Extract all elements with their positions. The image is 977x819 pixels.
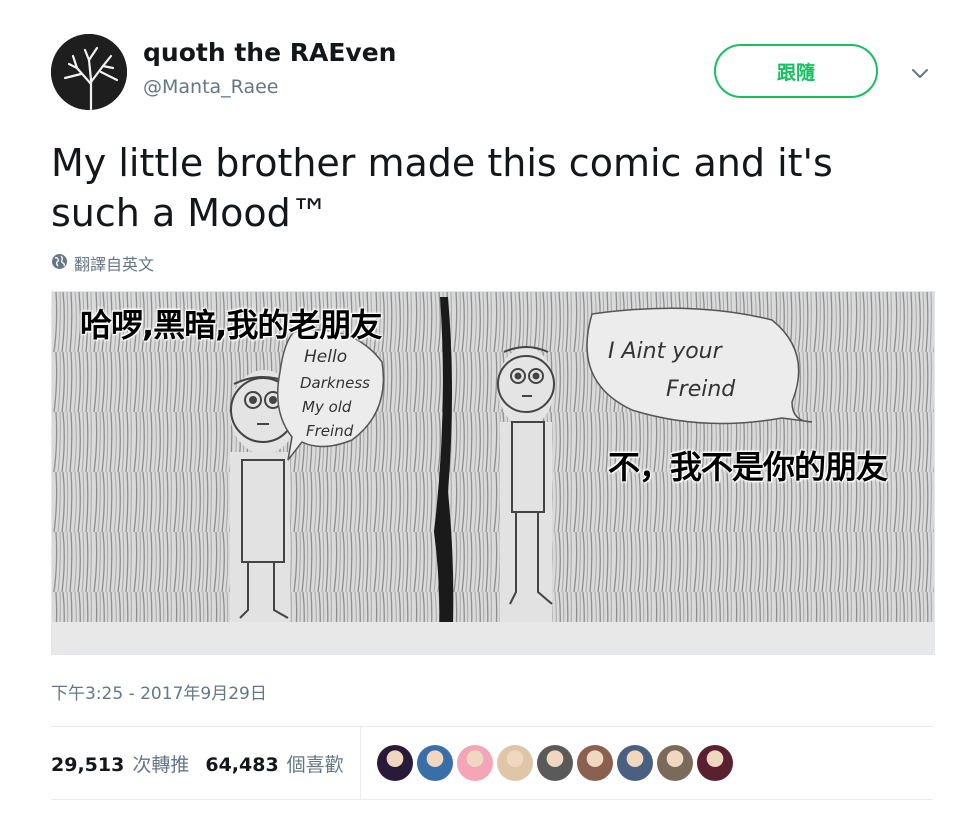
liker-avatar-5[interactable] [536, 745, 573, 781]
display-name[interactable]: quoth the RAEven [143, 38, 396, 67]
bubble-left-line-4: Freind [306, 422, 354, 440]
bubble-left-line-2: Darkness [300, 374, 370, 392]
liker-avatar-6[interactable] [576, 745, 613, 781]
retweets-label: 次轉推 [132, 753, 190, 776]
translate-link[interactable]: 翻譯自英文 [51, 251, 154, 275]
bubble-right-line-2: Freind [666, 377, 736, 402]
stats-separator [359, 727, 361, 799]
likes-count: 64,483 [205, 753, 279, 776]
bubble-left-line-3: My old [302, 398, 352, 416]
user-avatar[interactable] [51, 34, 127, 110]
likes-label: 個喜歡 [286, 753, 344, 776]
bubble-right-line-1: I Aint your [608, 339, 724, 364]
liker-avatar-2[interactable] [416, 745, 453, 781]
caption-overlay-top: 哈啰,黑暗,我的老朋友 [80, 306, 382, 344]
globe-icon [51, 253, 68, 274]
engagement-stats: 29,513 次轉推 64,483 個喜歡 [51, 727, 933, 799]
retweets-count: 29,513 [51, 753, 125, 776]
tweet-text: My little brother made this comic and it… [51, 141, 833, 235]
caption-overlay-bottom: 不，我不是你的朋友 [608, 448, 888, 486]
liker-avatar-8[interactable] [656, 745, 693, 781]
liker-avatar-4[interactable] [496, 745, 533, 781]
bubble-left-line-1: Hello [304, 347, 347, 367]
chevron-down-icon[interactable] [908, 62, 932, 86]
follow-button[interactable]: 跟隨 [714, 44, 878, 98]
translate-label: 翻譯自英文 [74, 255, 155, 274]
tweet-timestamp[interactable]: 下午3:25 - 2017年9月29日 [51, 679, 267, 704]
liker-avatar-3[interactable] [456, 745, 493, 781]
liker-avatar-9[interactable] [696, 745, 733, 781]
likes-stat[interactable]: 64,483 個喜歡 [205, 750, 343, 777]
liker-avatar-1[interactable] [376, 745, 413, 781]
tweet-media-image[interactable]: Hello Darkness My old Freind I Aint your… [51, 291, 935, 655]
tree-silhouette-icon [51, 34, 127, 110]
divider-bottom [51, 799, 933, 800]
liker-avatar-7[interactable] [616, 745, 653, 781]
liker-avatars [376, 745, 733, 781]
retweets-stat[interactable]: 29,513 次轉推 [51, 750, 189, 777]
username[interactable]: @Manta_Raee [143, 76, 278, 98]
